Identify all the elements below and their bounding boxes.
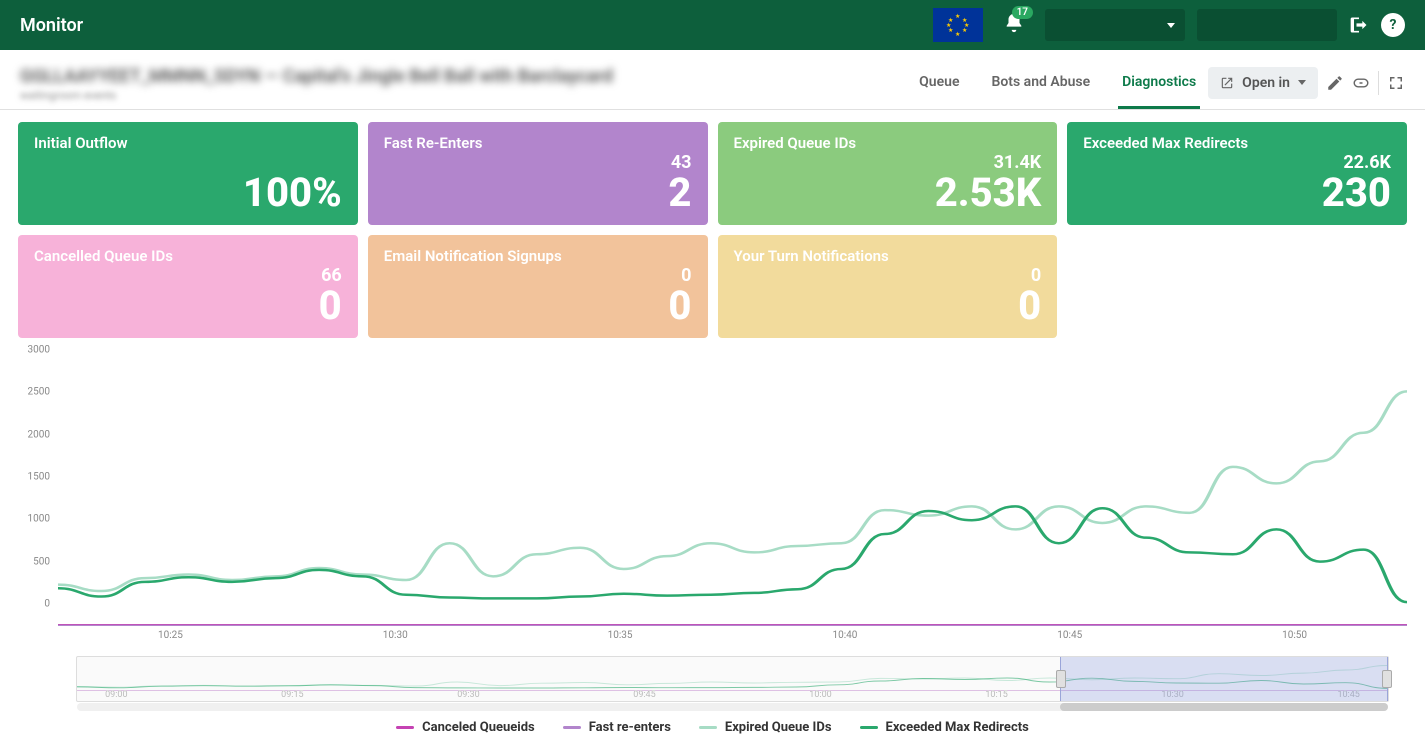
x-tick: 10:50: [1282, 630, 1307, 641]
card-primary-value: 100%: [34, 173, 342, 213]
card-title: Email Notification Signups: [384, 247, 692, 265]
card-title: Expired Queue IDs: [734, 134, 1042, 152]
stat-cards: Initial Outflow100%Fast Re-Enters432Expi…: [0, 110, 1425, 350]
legend-item[interactable]: Exceeded Max Redirects: [860, 720, 1029, 735]
x-tick: 10:40: [832, 630, 857, 641]
page-title-blurred: GGLLAAYYEET_MMNN_SDYN — Capital's Jingle…: [20, 66, 915, 87]
external-link-icon: [1220, 76, 1234, 90]
link-icon[interactable]: [1352, 74, 1370, 92]
region-flag-eu[interactable]: ★ ★ ★ ★ ★ ★ ★ ★: [933, 8, 983, 42]
y-tick: 500: [33, 556, 50, 567]
legend-label: Canceled Queueids: [422, 720, 535, 735]
stat-card[interactable]: Cancelled Queue IDs660: [18, 235, 358, 338]
page-subtitle-blurred: waitingroom events: [20, 89, 915, 102]
range-x-tick: 10:00: [809, 690, 831, 700]
chart-series-line: [58, 506, 1407, 602]
chevron-down-icon: [1167, 23, 1175, 28]
card-title: Initial Outflow: [34, 134, 342, 152]
legend-item[interactable]: Canceled Queueids: [396, 720, 535, 735]
tab-diagnostics[interactable]: Diagnostics: [1118, 66, 1200, 109]
y-tick: 0: [44, 598, 50, 609]
card-title: Cancelled Queue IDs: [34, 247, 342, 265]
tab-bots-abuse[interactable]: Bots and Abuse: [987, 66, 1094, 109]
card-primary-value: 230: [1083, 173, 1391, 213]
chart-container: 050010001500200025003000 10:2510:3010:35…: [0, 350, 1425, 755]
stat-card[interactable]: Your Turn Notifications00: [718, 235, 1058, 338]
legend-label: Exceeded Max Redirects: [886, 720, 1029, 735]
page-subheader: GGLLAAYYEET_MMNN_SDYN — Capital's Jingle…: [0, 50, 1425, 110]
help-icon[interactable]: ?: [1381, 13, 1405, 37]
card-secondary-value: 43: [384, 152, 692, 173]
card-primary-value: 2: [384, 173, 692, 213]
range-x-tick: 09:15: [281, 690, 303, 700]
legend-swatch: [396, 726, 414, 729]
expand-icon[interactable]: [1387, 74, 1405, 92]
notifications-button[interactable]: 17: [995, 12, 1033, 38]
range-x-tick: 09:30: [457, 690, 479, 700]
header-actions: ★ ★ ★ ★ ★ ★ ★ ★ 17 ?: [933, 8, 1405, 42]
stat-card[interactable]: Exceeded Max Redirects22.6K230: [1067, 122, 1407, 225]
y-tick: 1500: [28, 471, 50, 482]
time-range-selector[interactable]: 09:0009:1509:3009:4510:0010:1510:3010:45: [76, 656, 1389, 702]
edit-icon[interactable]: [1326, 74, 1344, 92]
logout-icon[interactable]: [1349, 15, 1369, 35]
diagnostics-chart: 050010001500200025003000 10:2510:3010:35…: [18, 350, 1407, 650]
x-tick: 10:35: [608, 630, 633, 641]
legend-label: Fast re-enters: [589, 720, 671, 735]
y-tick: 1000: [28, 514, 50, 525]
card-title: Your Turn Notifications: [734, 247, 1042, 265]
legend-item[interactable]: Fast re-enters: [563, 720, 671, 735]
range-x-tick: 10:15: [985, 690, 1007, 700]
y-tick: 2000: [28, 429, 50, 440]
stat-card[interactable]: Fast Re-Enters432: [368, 122, 708, 225]
card-title: Exceeded Max Redirects: [1083, 134, 1391, 152]
legend-label: Expired Queue IDs: [725, 720, 832, 735]
open-in-dropdown[interactable]: Open in: [1208, 67, 1318, 99]
stat-card[interactable]: Initial Outflow 100%: [18, 122, 358, 225]
legend-swatch: [860, 726, 878, 729]
card-primary-value: 0: [34, 286, 342, 326]
legend-item[interactable]: Expired Queue IDs: [699, 720, 832, 735]
card-secondary-value: 66: [34, 265, 342, 286]
x-tick: 10:45: [1057, 630, 1082, 641]
legend-swatch: [563, 726, 581, 729]
open-in-label: Open in: [1242, 75, 1290, 91]
card-primary-value: 0: [384, 286, 692, 326]
range-x-tick: 09:00: [105, 690, 127, 700]
tab-queue[interactable]: Queue: [915, 66, 963, 109]
range-scrollbar[interactable]: [77, 703, 1388, 711]
tab-bar: Queue Bots and Abuse Diagnostics: [915, 66, 1200, 109]
chevron-down-icon: [1298, 80, 1306, 85]
card-primary-value: 2.53K: [734, 173, 1042, 213]
card-primary-value: 0: [734, 286, 1042, 326]
x-tick: 10:30: [383, 630, 408, 641]
card-title: Fast Re-Enters: [384, 134, 692, 152]
y-tick: 2500: [28, 387, 50, 398]
account-dropdown[interactable]: [1045, 9, 1185, 41]
divider: [1378, 71, 1379, 95]
legend-swatch: [699, 726, 717, 729]
y-tick: 3000: [28, 345, 50, 356]
stat-card[interactable]: Email Notification Signups00: [368, 235, 708, 338]
app-header: Monitor ★ ★ ★ ★ ★ ★ ★ ★ 17 ?: [0, 0, 1425, 50]
range-handle-left[interactable]: [1056, 670, 1066, 688]
context-dropdown[interactable]: [1197, 9, 1337, 41]
range-handle-right[interactable]: [1382, 670, 1392, 688]
card-secondary-value: 0: [734, 265, 1042, 286]
app-title: Monitor: [20, 15, 83, 36]
range-x-tick: 09:45: [633, 690, 655, 700]
card-secondary-value: 0: [384, 265, 692, 286]
chart-series-line: [58, 391, 1407, 591]
stat-card[interactable]: Expired Queue IDs31.4K2.53K: [718, 122, 1058, 225]
notification-count: 17: [1012, 6, 1033, 19]
x-tick: 10:25: [158, 630, 183, 641]
